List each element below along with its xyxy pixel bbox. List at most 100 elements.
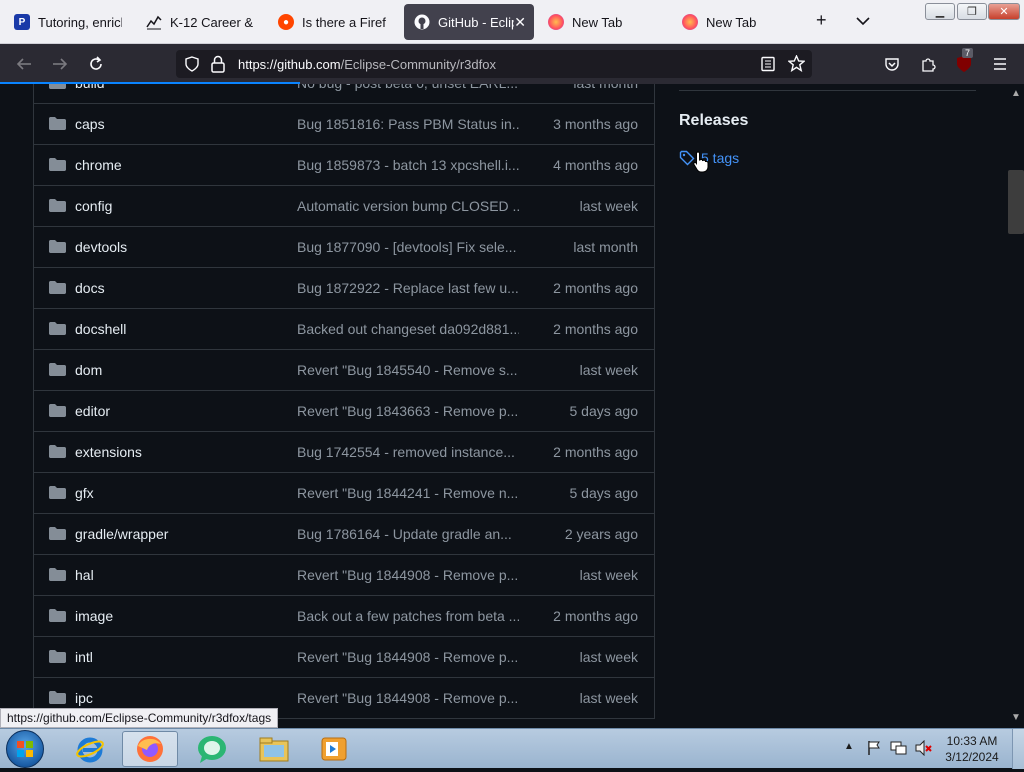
tab-title: GitHub - Eclip (438, 14, 514, 30)
commit-message-link[interactable]: Bug 1851816: Pass PBM Status in... (297, 116, 519, 132)
table-row: hal Revert "Bug 1844908 - Remove p... last… (34, 554, 654, 595)
commit-message-link[interactable]: Bug 1742554 - removed instance... (297, 444, 519, 460)
commit-message-link[interactable]: Revert "Bug 1845540 - Remove s... (297, 362, 519, 378)
link-status-overlay: https://github.com/Eclipse-Community/r3d… (0, 708, 279, 728)
commit-age: 5 days ago (569, 403, 639, 419)
commit-message-link[interactable]: Revert "Bug 1843663 - Remove p... (297, 403, 519, 419)
tab-k12-career[interactable]: K-12 Career & Co (136, 4, 264, 40)
show-desktop-button[interactable] (1012, 729, 1024, 769)
file-name-link[interactable]: intl (75, 649, 93, 665)
ublock-extension-icon[interactable]: 7 (952, 48, 976, 76)
action-center-flag-icon[interactable] (866, 740, 882, 759)
commit-message-link[interactable]: Backed out changeset da092d881... (297, 321, 519, 337)
close-tab-icon[interactable]: ✕ (514, 14, 526, 31)
bookmark-star-icon[interactable] (787, 54, 806, 77)
back-arrow-icon[interactable] (12, 52, 36, 76)
vertical-scrollbar[interactable]: ▲ ▼ (1008, 84, 1024, 728)
network-icon[interactable] (890, 740, 908, 759)
start-button[interactable] (6, 730, 44, 768)
table-row: extensions Bug 1742554 - removed instance… (34, 431, 654, 472)
close-window-button[interactable]: ✕ (988, 3, 1020, 20)
commit-age: 5 days ago (569, 485, 639, 501)
commit-message-link[interactable]: Back out a few patches from beta ... (297, 608, 519, 624)
file-name-link[interactable]: image (75, 608, 113, 624)
windows-taskbar: ▲ 10:33 AM 3/12/2024 (0, 728, 1024, 769)
reader-view-icon[interactable] (760, 56, 776, 77)
file-list-table: build No bug - post beta 6, unset EARL...… (33, 84, 655, 719)
commit-age: last week (579, 567, 638, 583)
sidebar-divider (679, 90, 976, 91)
commit-message-link[interactable]: Revert "Bug 1844241 - Remove n... (297, 485, 519, 501)
file-name-link[interactable]: editor (75, 403, 110, 419)
commit-message-link[interactable]: No bug - post beta 6, unset EARL... (297, 84, 519, 91)
folder-icon (49, 486, 66, 499)
file-name-link[interactable]: chrome (75, 157, 122, 173)
commit-age: 4 months ago (553, 157, 638, 173)
commit-message-link[interactable]: Bug 1786164 - Update gradle an... (297, 526, 519, 542)
list-all-tabs-chevron-icon[interactable] (856, 13, 870, 29)
commit-message-link[interactable]: Bug 1872922 - Replace last few u... (297, 280, 519, 296)
media-player-taskbar-icon[interactable] (306, 731, 362, 767)
file-name-link[interactable]: ipc (75, 690, 93, 706)
file-name-link[interactable]: docshell (75, 321, 126, 337)
tab-title: K-12 Career & Co (170, 14, 254, 30)
table-row: config Automatic version bump CLOSED ... l… (34, 185, 654, 226)
tab-tutoring[interactable]: P Tutoring, enrichm (4, 4, 132, 40)
show-hidden-icons-arrow-icon[interactable]: ▲ (844, 741, 854, 752)
tracking-shield-icon[interactable] (184, 56, 200, 77)
scrollbar-thumb[interactable] (1008, 170, 1024, 234)
firefox-taskbar-icon[interactable] (122, 731, 178, 767)
reload-icon[interactable] (84, 52, 108, 76)
tab-github[interactable]: GitHub - Eclip ✕ (404, 4, 534, 40)
file-name-link[interactable]: devtools (75, 239, 127, 255)
volume-muted-icon[interactable] (914, 739, 932, 759)
folder-icon (49, 240, 66, 253)
file-name-link[interactable]: extensions (75, 444, 142, 460)
commit-age: 2 months ago (553, 444, 638, 460)
folder-icon (49, 281, 66, 294)
commit-message-link[interactable]: Revert "Bug 1844908 - Remove p... (297, 690, 519, 706)
file-explorer-taskbar-icon[interactable] (246, 731, 302, 767)
commit-age: 3 months ago (553, 116, 638, 132)
commit-message-link[interactable]: Automatic version bump CLOSED ... (297, 198, 519, 214)
commit-message-link[interactable]: Revert "Bug 1844908 - Remove p... (297, 567, 519, 583)
tab-reddit[interactable]: ● Is there a Firefox (268, 4, 396, 40)
hand-pointer-cursor-icon (693, 151, 709, 178)
file-name-link[interactable]: hal (75, 567, 94, 583)
tab-new-1[interactable]: New Tab (538, 4, 666, 40)
forward-arrow-icon[interactable] (48, 52, 72, 76)
minimize-button[interactable]: ▁ (925, 3, 955, 20)
tab-title: New Tab (706, 14, 757, 30)
commit-message-link[interactable]: Revert "Bug 1844908 - Remove p... (297, 649, 519, 665)
pocket-icon[interactable] (880, 52, 904, 76)
file-name-link[interactable]: caps (75, 116, 105, 132)
tags-link[interactable]: 5 tags (679, 150, 739, 166)
extensions-puzzle-icon[interactable] (916, 52, 940, 76)
file-name-link[interactable]: gfx (75, 485, 94, 501)
address-bar[interactable]: https://github.com/Eclipse-Community/r3d… (176, 50, 812, 78)
file-name-link[interactable]: gradle/wrapper (75, 526, 168, 542)
file-name-link[interactable]: build (75, 84, 105, 91)
file-name-link[interactable]: config (75, 198, 112, 214)
tab-new-2[interactable]: New Tab (672, 4, 800, 40)
folder-icon (49, 527, 66, 540)
commit-message-link[interactable]: Bug 1877090 - [devtools] Fix sele... (297, 239, 519, 255)
folder-icon (49, 158, 66, 171)
system-clock[interactable]: 10:33 AM 3/12/2024 (940, 733, 1004, 765)
app-menu-hamburger-icon[interactable] (988, 52, 1012, 76)
restore-button[interactable]: ❐ (957, 3, 987, 20)
github-repo-page: build No bug - post beta 6, unset EARL...… (0, 84, 1008, 728)
table-row: devtools Bug 1877090 - [devtools] Fix sel… (34, 226, 654, 267)
table-row: docshell Backed out changeset da092d881..… (34, 308, 654, 349)
commit-message-link[interactable]: Bug 1859873 - batch 13 xpcshell.i... (297, 157, 519, 173)
scroll-up-arrow-icon[interactable]: ▲ (1011, 88, 1021, 99)
file-name-link[interactable]: dom (75, 362, 102, 378)
commit-age: last week (579, 690, 638, 706)
commit-age: last week (579, 649, 638, 665)
scroll-down-arrow-icon[interactable]: ▼ (1011, 712, 1021, 723)
new-tab-plus-icon[interactable]: + (816, 10, 827, 31)
internet-explorer-taskbar-icon[interactable] (62, 731, 118, 767)
file-name-link[interactable]: docs (75, 280, 105, 296)
lock-icon[interactable] (210, 55, 226, 78)
chat-app-taskbar-icon[interactable] (184, 731, 240, 767)
